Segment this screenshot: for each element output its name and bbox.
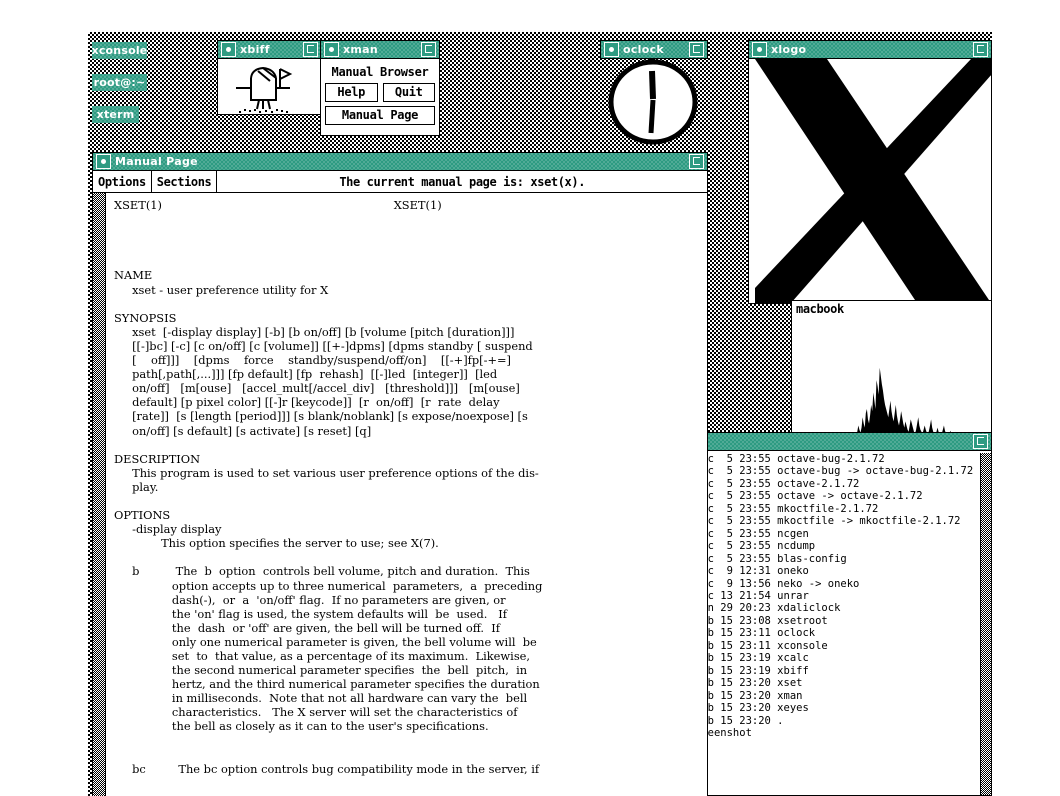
iconify-icon[interactable] [973,42,988,57]
manual-page-text: XSET(1) XSET(1) NAME xset - user prefere… [106,193,707,796]
window-manual-page[interactable]: Manual Page Options Sections The current… [92,152,708,796]
window-oclock[interactable]: oclock [600,40,708,145]
x-logo-icon [749,59,991,303]
xman-heading: Manual Browser [331,65,429,79]
mailbox-flag-up-icon [236,66,293,113]
manual-page-pane: XSET(1) XSET(1) NAME xset - user prefere… [93,193,707,796]
oclock-face[interactable] [600,59,708,145]
console-vertical-scrollbar[interactable] [980,453,991,795]
menu-options[interactable]: Options [93,171,152,192]
titlebar-oclock[interactable]: oclock [600,40,708,59]
titlebar-xbiff[interactable]: xbiff [217,40,322,59]
titlebar-xman[interactable]: xman [320,40,440,59]
window-title: xbiff [240,43,270,56]
titlebar-xlogo[interactable]: xlogo [748,40,992,59]
window-menu-icon[interactable] [96,154,111,169]
manual-page-menubar: Options Sections The current manual page… [93,171,707,193]
window-menu-icon[interactable] [752,42,767,57]
xman-button-row: Help Quit [325,83,435,102]
desktop-icon-label: xterm [96,108,135,121]
window-xload[interactable]: macbook [791,300,992,441]
manual-vertical-scrollbar[interactable] [93,193,106,796]
manual-page-status: The current manual page is: xset(x). [339,174,586,189]
iconify-icon[interactable] [303,42,318,57]
window-xman[interactable]: xman Manual Browser Help Quit Manual Pag… [320,40,440,136]
xconsole-panel: Dec 5 23:55 octave-bug-2.1.72 Dec 5 23:5… [691,451,992,796]
window-xlogo[interactable]: xlogo [748,40,992,304]
window-title: Manual Page [115,155,198,168]
desktop-icon-xconsole[interactable]: xconsole [92,42,147,59]
window-xconsole[interactable]: Dec 5 23:55 octave-bug-2.1.72 Dec 5 23:5… [691,432,992,796]
xbiff-mailbox-canvas[interactable] [217,59,322,115]
iconify-icon[interactable] [689,154,704,169]
xman-browser-panel: Manual Browser Help Quit Manual Page [320,59,440,136]
desktop-root-window: xconsole root@:~ xterm xbiff xman Manual… [88,32,992,796]
iconify-icon[interactable] [421,42,436,57]
titlebar-xconsole[interactable] [691,432,992,451]
titlebar-manual-page[interactable]: Manual Page [92,152,708,171]
window-title: xman [343,43,379,56]
manual-page-button[interactable]: Manual Page [325,106,435,125]
console-log-text: Dec 5 23:55 octave-bug-2.1.72 Dec 5 23:5… [695,453,974,739]
xload-host-label: macbook [796,302,844,316]
desktop-icon-label: xconsole [91,44,148,57]
help-button[interactable]: Help [325,83,378,102]
quit-button[interactable]: Quit [382,83,435,102]
analog-clock-icon [608,59,698,145]
window-title: xlogo [771,43,807,56]
window-title: oclock [623,43,665,56]
manual-page-panel: Options Sections The current manual page… [92,171,708,796]
load-graph [792,301,991,440]
desktop-icon-label: root@:~ [93,76,146,89]
desktop-icon-xterm[interactable]: xterm [92,106,139,123]
window-menu-icon[interactable] [221,42,236,57]
iconify-icon[interactable] [973,434,988,449]
xload-graph-canvas: macbook [791,300,992,441]
xlogo-canvas [748,59,992,304]
desktop-icon-root-shell[interactable]: root@:~ [92,74,147,91]
menu-sections[interactable]: Sections [152,171,218,192]
window-menu-icon[interactable] [604,42,619,57]
iconify-icon[interactable] [689,42,704,57]
window-xbiff[interactable]: xbiff [217,40,322,115]
window-menu-icon[interactable] [324,42,339,57]
